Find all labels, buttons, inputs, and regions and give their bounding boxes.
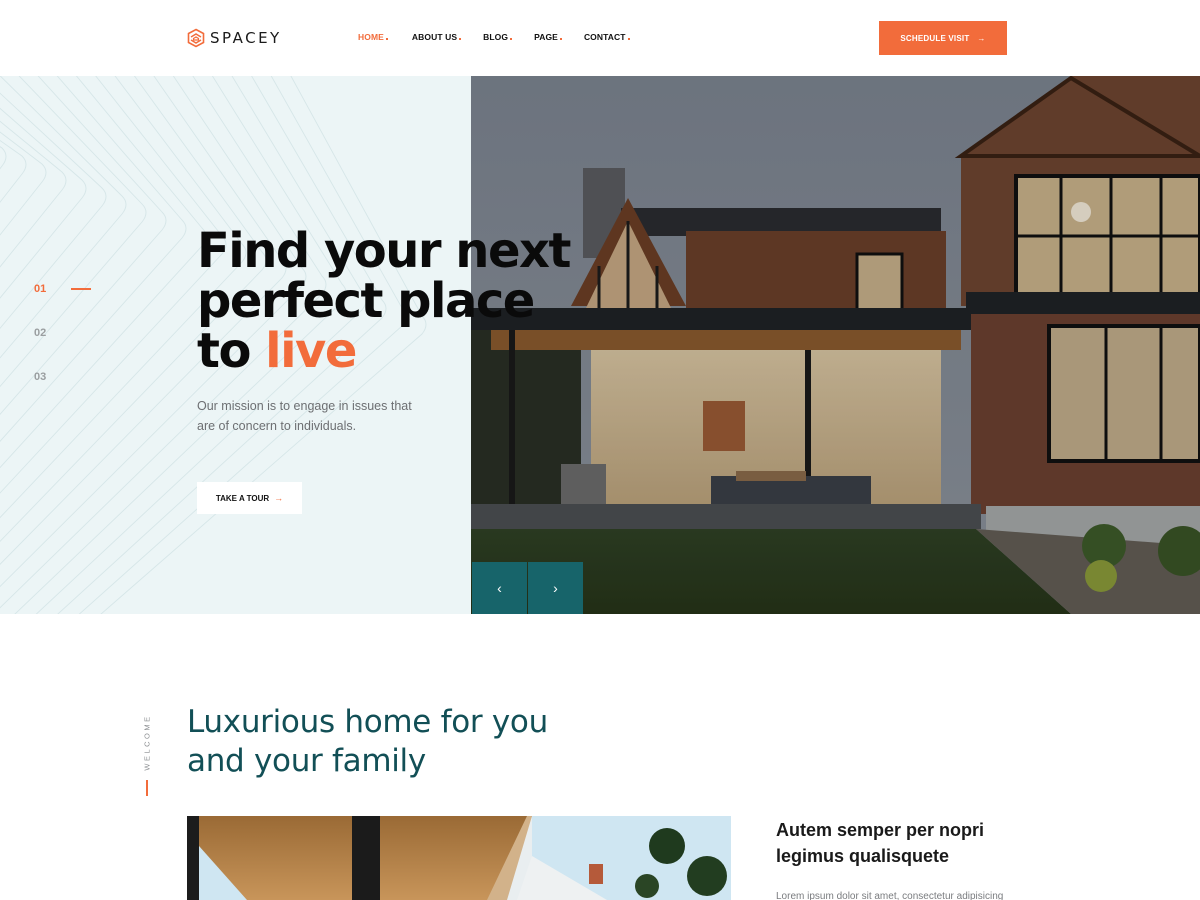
nav-home[interactable]: HOME [358, 32, 388, 42]
schedule-visit-label: SCHEDULE VISIT [900, 33, 970, 43]
nav-dot [385, 38, 388, 40]
main-nav: HOME ABOUT US BLOG PAGE CONTACT [358, 32, 652, 42]
arrow-right-icon: → [274, 493, 284, 503]
chevron-right-icon: › [553, 580, 558, 596]
welcome-accent-line [146, 780, 148, 796]
take-a-tour-label: TAKE A TOUR [215, 493, 270, 503]
hero-title: Find your next perfect place to live [197, 223, 571, 379]
slider-next-button[interactable]: › [528, 562, 583, 614]
nav-dot [559, 38, 562, 40]
house-illustration [471, 76, 1200, 614]
slide-indicator-02[interactable]: 02 [34, 327, 46, 371]
background-line [0, 76, 147, 388]
nav-about-label: ABOUT US [411, 32, 458, 42]
brand-name: SPACEY [210, 29, 282, 47]
nav-blog-label: BLOG [483, 32, 509, 42]
welcome-image [187, 816, 731, 900]
logo-icon [187, 28, 205, 48]
section-title-line-1: Luxurious home for you [187, 704, 548, 740]
nav-dot [459, 38, 462, 40]
nav-page-label: PAGE [534, 32, 558, 42]
feature-subtitle: Autem semper per nopri legimus qualisque… [776, 820, 985, 866]
section-title-line-2: and your family [187, 743, 426, 779]
slider-prev-button[interactable]: ‹ [472, 562, 527, 614]
hero-section: 01 02 03 Find your next perfect place to… [0, 76, 1200, 614]
active-slide-line [71, 288, 91, 290]
nav-dot [510, 38, 513, 40]
site-header: SPACEY HOME ABOUT US BLOG PAGE CONTACT S… [0, 0, 1200, 76]
hero-title-accent: live [265, 323, 357, 379]
slide-indicator-01[interactable]: 01 [34, 283, 46, 327]
arrow-right-icon: → [977, 33, 986, 43]
welcome-label-text: WELCOME [142, 713, 152, 771]
nav-contact-label: CONTACT [583, 32, 626, 42]
chevron-left-icon: ‹ [497, 580, 502, 596]
background-line [0, 76, 187, 443]
nav-contact[interactable]: CONTACT [584, 32, 630, 42]
porch-illustration [187, 816, 731, 900]
background-line [0, 146, 7, 170]
welcome-label: WELCOME [140, 712, 154, 772]
schedule-visit-button[interactable]: SCHEDULE VISIT → [879, 21, 1007, 55]
hero-title-line-1: Find your next [197, 223, 571, 279]
feature-text: Lorem ipsum dolor sit amet, consectetur … [776, 891, 1004, 900]
nav-page[interactable]: PAGE [534, 32, 562, 42]
hero-title-line-3: to [197, 323, 266, 379]
nav-blog[interactable]: BLOG [483, 32, 513, 42]
hero-title-line-2: perfect place [197, 273, 535, 329]
background-line [0, 76, 127, 359]
hero-house-image [471, 76, 1200, 614]
background-line [0, 139, 27, 203]
hero-description: Our mission is to engage in issues that … [197, 399, 412, 433]
slide-indicator-03[interactable]: 03 [34, 371, 46, 415]
background-line [0, 76, 167, 415]
section-title: Luxurious home for you and your family [187, 703, 548, 781]
nav-home-label: HOME [358, 32, 384, 42]
slide-indicator: 01 02 03 [34, 283, 46, 415]
nav-about-us[interactable]: ABOUT US [411, 32, 462, 42]
logo[interactable]: SPACEY [186, 28, 282, 48]
nav-dot [627, 38, 630, 40]
take-a-tour-button[interactable]: TAKE A TOUR → [197, 482, 302, 514]
